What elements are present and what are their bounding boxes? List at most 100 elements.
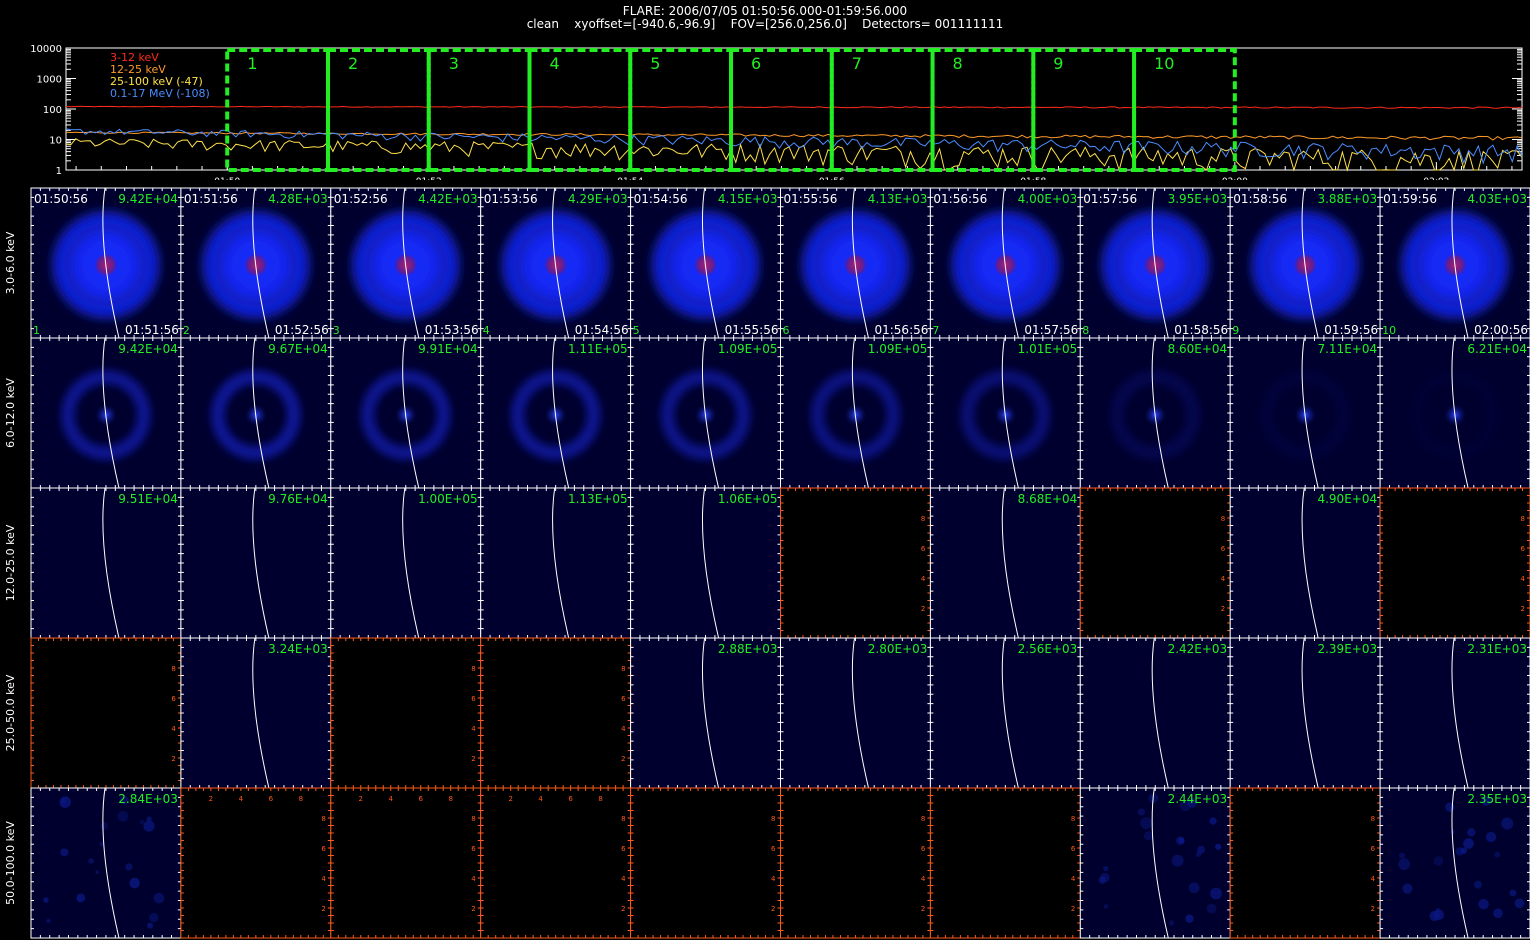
empty-axis-tick-label: 4 [921, 575, 926, 583]
peak-value: 9.42E+04 [118, 192, 178, 206]
empty-axis-tick-label: 2 [359, 795, 363, 803]
empty-axis-tick-label: 8 [921, 515, 925, 523]
noise-blob [1171, 854, 1184, 867]
image-panel: 1.09E+05 [780, 337, 931, 489]
empty-panel-background [1380, 488, 1530, 638]
empty-axis-tick-label: 4 [1221, 575, 1226, 583]
noise-blob [139, 820, 145, 825]
image-panel: 2 4 6 8 [30, 637, 182, 789]
empty-axis-tick-label: 8 [598, 795, 602, 803]
empty-axis-tick-label: 2 [1371, 905, 1375, 913]
empty-axis-tick-label: 8 [1221, 515, 1225, 523]
empty-axis-tick-label: 8 [1521, 515, 1525, 523]
empty-axis-tick-label: 2 [921, 905, 925, 913]
empty-axis-tick-label: 4 [771, 875, 776, 883]
image-panel: 9.91E+04 [330, 337, 482, 489]
noise-blob [1493, 908, 1503, 919]
peak-value: 4.03E+03 [1467, 192, 1527, 206]
peak-value: 7.11E+04 [1317, 342, 1377, 356]
noise-blob [100, 822, 109, 830]
row-label: 6.0-12.0 keV [4, 378, 17, 448]
image-panel: 2 4 6 8 [780, 787, 931, 939]
image-panel: 2.31E+03 [1379, 637, 1530, 789]
end-time: 01:58:56 [1174, 323, 1228, 337]
noise-blob [1402, 883, 1413, 894]
noise-blob [1473, 880, 1483, 889]
noise-blob [88, 858, 94, 864]
empty-axis-tick-label: 6 [921, 845, 926, 853]
noise-blob [77, 896, 83, 902]
interval-number: 1 [33, 324, 40, 337]
noise-blob [1445, 802, 1455, 812]
empty-axis-tick-label: 6 [1071, 845, 1076, 853]
image-panel: 2 4 6 8 [929, 787, 1081, 939]
empty-axis-tick-label: 2 [921, 605, 925, 613]
image-panel: 2.39E+03 [1229, 637, 1381, 789]
empty-axis-tick-label: 2 [621, 905, 625, 913]
image-panel: 2 4 6 8 [480, 637, 632, 789]
noise-blob [1478, 898, 1489, 910]
noise-blob [1140, 817, 1153, 830]
empty-axis-tick-label: 6 [471, 845, 476, 853]
empty-axis-tick-label: 8 [1371, 815, 1375, 823]
peak-value: 9.91E+04 [418, 342, 478, 356]
peak-value: 1.00E+05 [418, 492, 478, 506]
empty-panel-background [630, 788, 781, 938]
empty-axis-tick-label: 6 [621, 695, 626, 703]
noise-blob [1433, 856, 1444, 866]
peak-value: 8.68E+04 [1018, 492, 1078, 506]
peak-value: 9.76E+04 [268, 492, 328, 506]
image-panel: 2.84E+03 [30, 787, 182, 939]
noise-blob [1206, 903, 1217, 914]
empty-panel-background [480, 788, 631, 938]
empty-axis-tick-label: 6 [621, 845, 626, 853]
image-panel: 4.42E+03 01:52:56 3 01:53:56 [330, 187, 482, 339]
empty-panel-background [780, 488, 931, 638]
image-panel: 1.00E+05 [330, 487, 482, 639]
empty-axis-tick-label: 4 [171, 725, 176, 733]
interval-number: 3 [333, 324, 340, 337]
peak-value: 3.88E+03 [1317, 192, 1377, 206]
image-panel: 7.11E+04 [1229, 337, 1381, 489]
image-panel: 4.00E+03 01:56:56 7 01:57:56 [929, 187, 1081, 339]
empty-axis-tick-label: 6 [471, 695, 476, 703]
peak-value: 1.06E+05 [718, 492, 778, 506]
noise-blob [1509, 889, 1517, 897]
peak-value: 2.84E+03 [118, 792, 178, 806]
end-time: 01:51:56 [125, 323, 179, 337]
peak-value: 2.31E+03 [1467, 642, 1527, 656]
empty-axis-tick-label: 2 [209, 795, 213, 803]
peak-value: 2.56E+03 [1018, 642, 1078, 656]
row-label: 25.0-50.0 keV [4, 674, 17, 751]
image-panel: 1.06E+05 [630, 487, 781, 639]
empty-axis-tick-label: 4 [921, 875, 926, 883]
start-time: 01:50:56 [34, 192, 88, 206]
noise-blob [153, 892, 165, 904]
empty-axis-tick-label: 8 [171, 665, 175, 673]
peak-value: 3.24E+03 [268, 642, 328, 656]
peak-value: 3.95E+03 [1168, 192, 1228, 206]
empty-axis-tick-label: 2 [1071, 905, 1075, 913]
empty-axis-tick-label: 6 [419, 795, 424, 803]
noise-blob [149, 912, 159, 923]
peak-value: 8.60E+04 [1168, 342, 1228, 356]
image-panel: 2.44E+03 [1079, 787, 1231, 939]
empty-panel-background [480, 638, 631, 788]
noise-blob [1103, 904, 1109, 909]
noise-blob [1175, 836, 1185, 846]
end-time: 02:00:56 [1474, 323, 1528, 337]
start-time: 01:57:56 [1083, 192, 1137, 206]
empty-panel-background [1080, 488, 1231, 638]
image-panel: 3.95E+03 01:57:56 8 01:58:56 [1079, 187, 1231, 339]
noise-blob [1168, 920, 1175, 926]
image-panel: 8.60E+04 [1079, 337, 1231, 489]
start-time: 01:54:56 [634, 192, 688, 206]
empty-axis-tick-label: 6 [921, 545, 926, 553]
noise-blob [1185, 914, 1194, 923]
noise-blob [1433, 909, 1445, 921]
empty-axis-tick-label: 6 [1371, 845, 1376, 853]
noise-blob [117, 810, 129, 822]
noise-blob [1494, 851, 1501, 858]
peak-value: 1.11E+05 [568, 342, 628, 356]
image-panel: 2 4 6 8 [1079, 487, 1231, 639]
